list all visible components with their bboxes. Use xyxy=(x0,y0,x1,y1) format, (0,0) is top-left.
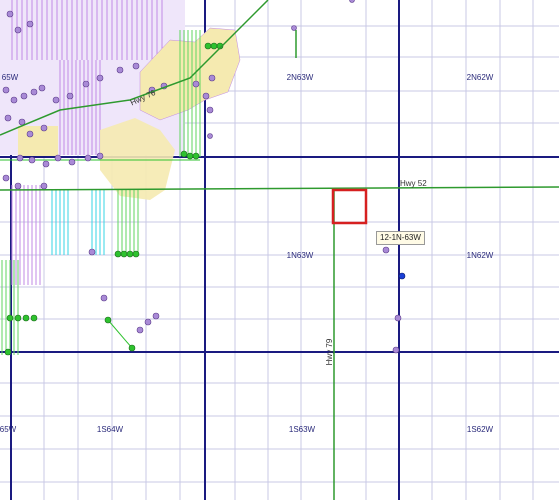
selected-section-outline[interactable] xyxy=(331,188,368,225)
well-marker xyxy=(382,246,390,254)
label-1s63w: 1S63W xyxy=(289,425,316,434)
well-marker xyxy=(394,314,402,322)
well-marker-active xyxy=(398,272,406,280)
label-1s64w: 1S64W xyxy=(97,425,124,434)
label-1s62w: 1S62W xyxy=(467,425,494,434)
selected-section-label: 12-1N-63W xyxy=(376,231,425,245)
map-canvas[interactable]: 2N63W 2N62W 1N63W 1N62W 1S64W 1S63W 1S62… xyxy=(0,0,559,500)
well-markers[interactable] xyxy=(382,246,406,354)
label-2n63w: 2N63W xyxy=(287,73,314,82)
label-partial-north: 65W xyxy=(2,73,19,82)
label-2n62w: 2N62W xyxy=(467,73,494,82)
hwy-79-label: Hwy 79 xyxy=(325,338,334,365)
label-partial-south: 65W xyxy=(0,425,17,434)
hwy-52-line xyxy=(0,186,559,191)
label-1n62w: 1N62W xyxy=(467,251,494,260)
label-1n63w: 1N63W xyxy=(287,251,314,260)
hwy-52-label: Hwy 52 xyxy=(400,179,427,188)
well-marker xyxy=(392,346,400,354)
